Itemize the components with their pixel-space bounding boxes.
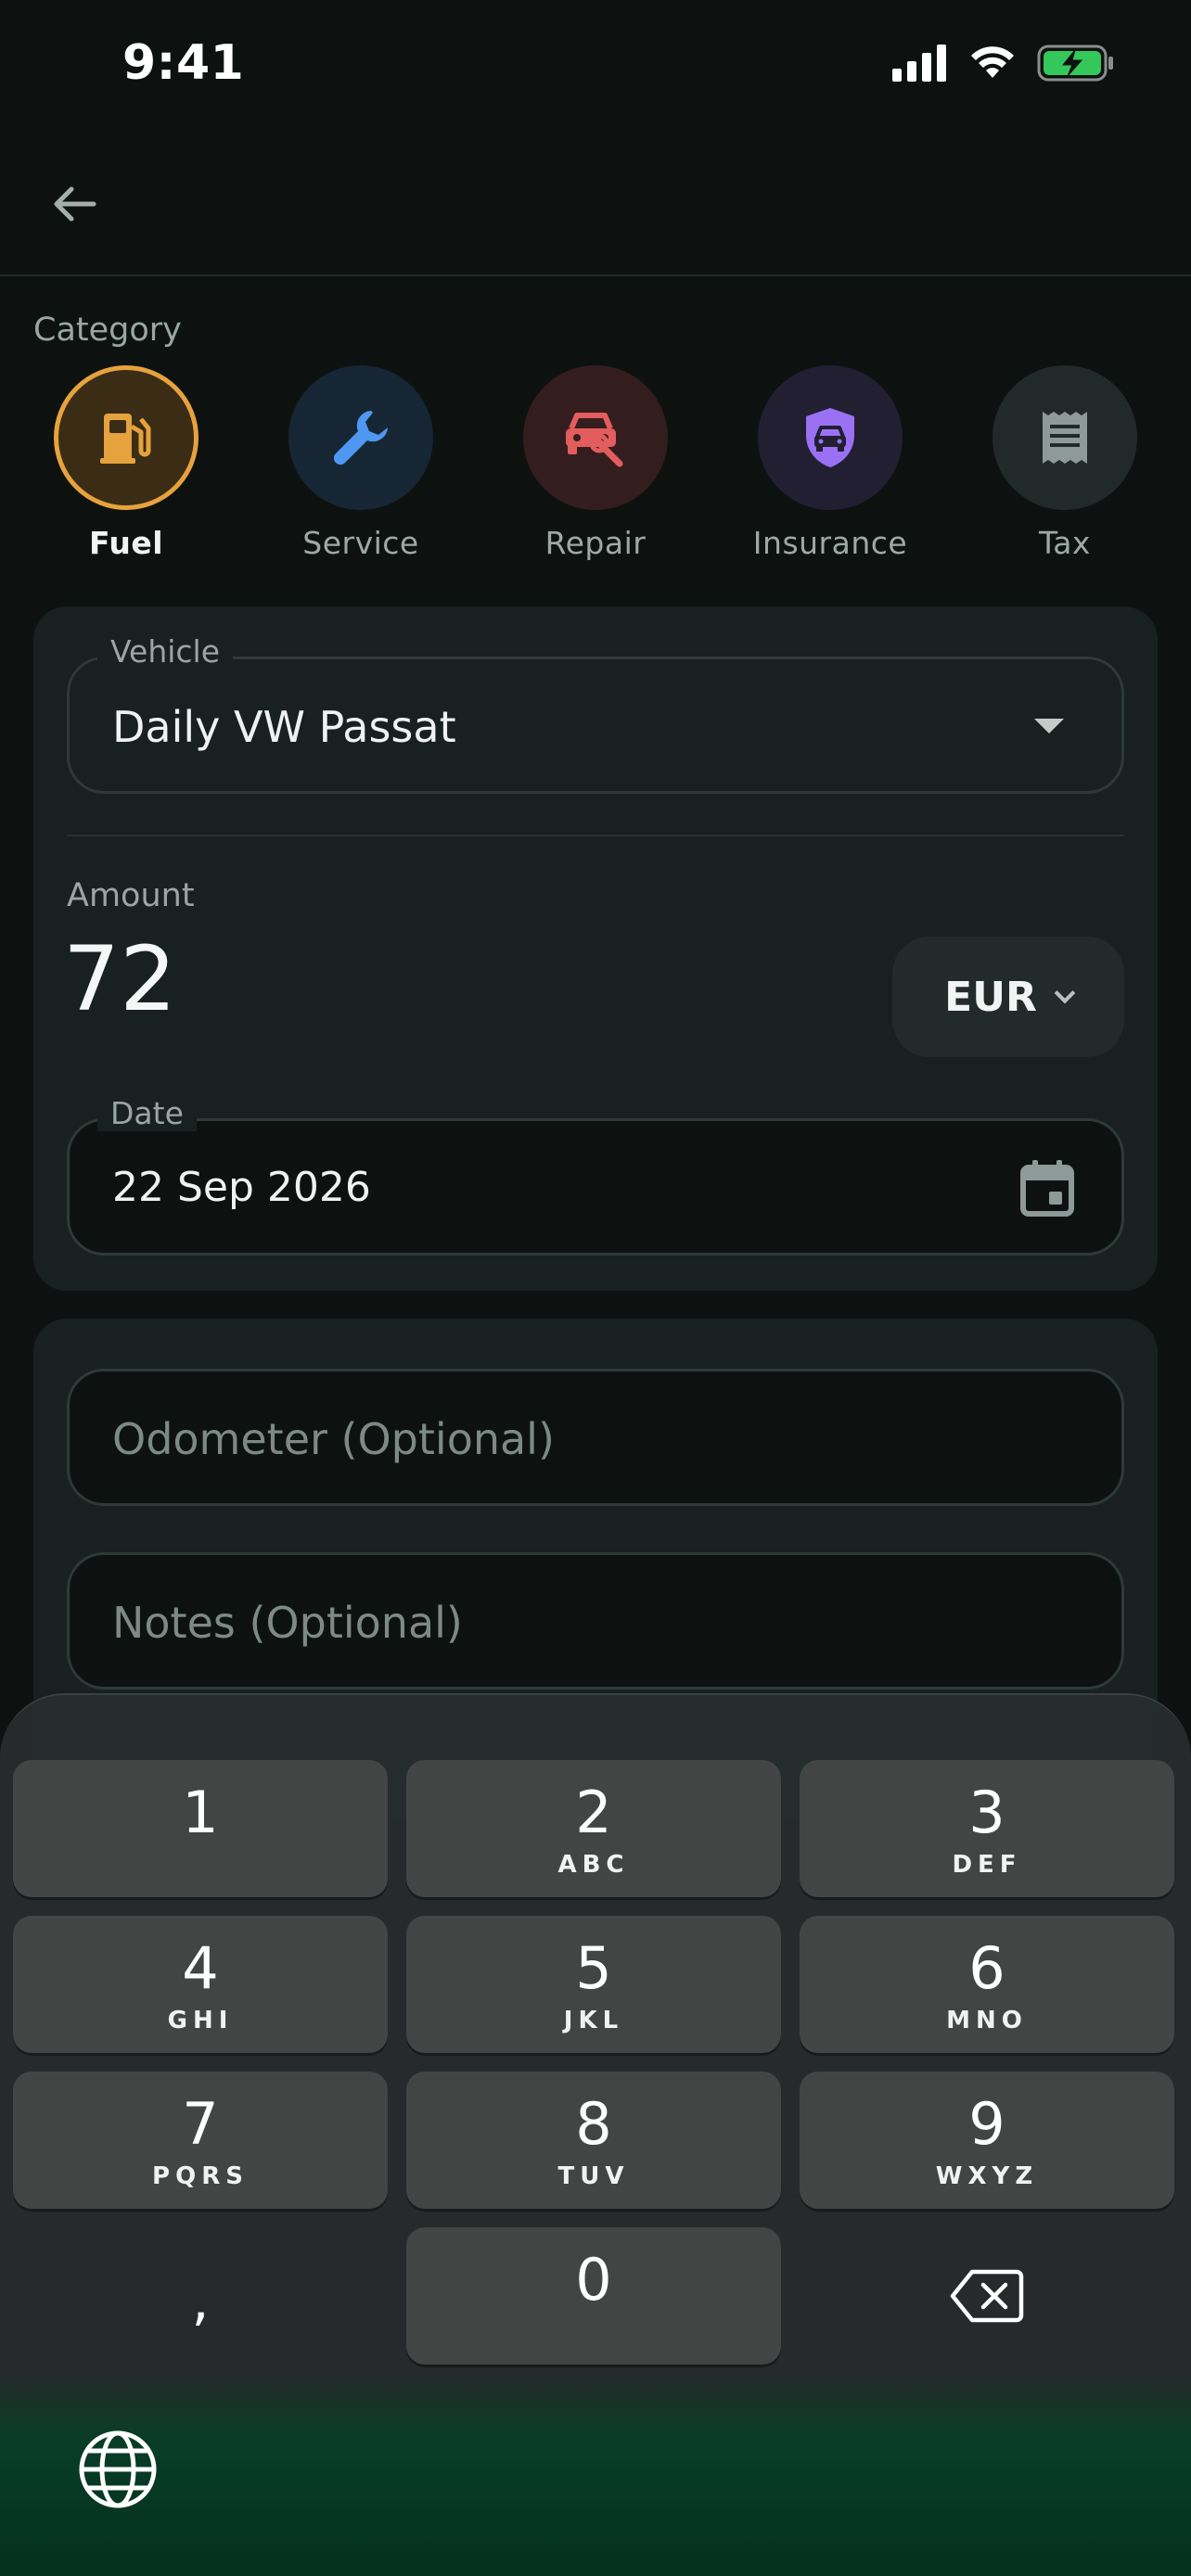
key-digit: 7: [182, 2090, 219, 2158]
key-digit: 6: [968, 1934, 1005, 2002]
amount-input[interactable]: 72: [63, 935, 176, 1024]
receipt-icon: [1043, 412, 1087, 464]
chevron-down-icon: [1054, 982, 1076, 1004]
category-repair[interactable]: Repair: [503, 365, 688, 561]
top-app-bar: [0, 139, 1191, 276]
key-digit: 0: [575, 2246, 612, 2314]
fuel-pump-icon: [100, 414, 151, 464]
category-name: Repair: [544, 525, 647, 561]
category-selector: Fuel Service Repair Insurance Tax: [33, 365, 1158, 561]
category-service-circle: [288, 365, 433, 510]
category-insurance-circle: [758, 365, 903, 510]
key-digit: 8: [575, 2090, 612, 2158]
key-digit: 9: [968, 2090, 1005, 2158]
key-1[interactable]: 1: [13, 1760, 388, 1897]
key-6[interactable]: 6 MNO: [800, 1916, 1174, 2053]
key-digit: 1: [182, 1779, 219, 1846]
key-letters: JKL: [563, 2007, 624, 2034]
key-backspace[interactable]: [800, 2227, 1174, 2365]
cellular-signal-icon: [892, 45, 946, 82]
key-9[interactable]: 9 WXYZ: [800, 2072, 1174, 2209]
backspace-icon: [950, 2269, 1024, 2323]
vehicle-label: Vehicle: [97, 633, 234, 670]
date-field[interactable]: Date 22 Sep 2026: [67, 1095, 1124, 1256]
key-digit: 5: [575, 1934, 612, 2002]
shield-car-icon: [806, 408, 854, 467]
key-digit: 2: [575, 1779, 612, 1846]
car-repair-icon: [566, 413, 623, 467]
key-letters: TUV: [557, 2162, 630, 2190]
category-label: Category: [33, 312, 182, 349]
category-name: Insurance: [752, 525, 908, 561]
vehicle-dropdown[interactable]: Vehicle Daily VW Passat: [67, 633, 1124, 794]
key-7[interactable]: 7 PQRS: [13, 2072, 388, 2209]
key-8[interactable]: 8 TUV: [406, 2072, 781, 2209]
category-fuel-circle: [54, 365, 198, 510]
notes-field[interactable]: Notes (Optional): [67, 1552, 1124, 1690]
odometer-placeholder: Odometer (Optional): [112, 1414, 555, 1464]
category-fuel[interactable]: Fuel: [33, 365, 219, 561]
category-tax[interactable]: Tax: [972, 365, 1158, 561]
arrow-back-icon: [54, 186, 96, 222]
status-bar: 9:41: [0, 0, 1191, 139]
key-comma-label: ,: [191, 2268, 210, 2333]
wifi-icon: [971, 46, 1014, 78]
status-icons: [892, 45, 1115, 82]
category-name: Service: [302, 525, 419, 561]
keyboard-backdrop: [0, 2372, 1191, 2576]
key-comma[interactable]: ,: [13, 2227, 388, 2365]
key-0[interactable]: 0: [406, 2227, 781, 2365]
currency-selector[interactable]: EUR: [892, 937, 1124, 1057]
status-time: 9:41: [122, 35, 245, 91]
expense-details-card: Vehicle Daily VW Passat Amount 72 EUR Da…: [33, 606, 1158, 1291]
numeric-keyboard: 1 2 ABC 3 DEF 4 GHI 5 JKL 6 MNO 7 PQRS 8: [0, 1693, 1191, 2576]
back-button[interactable]: [37, 167, 111, 241]
divider: [67, 835, 1124, 836]
key-letters: DEF: [952, 1851, 1022, 1879]
currency-code: EUR: [944, 973, 1037, 1021]
date-label: Date: [97, 1095, 197, 1131]
category-insurance[interactable]: Insurance: [737, 365, 923, 561]
date-value: 22 Sep 2026: [112, 1164, 371, 1211]
key-letters: PQRS: [152, 2162, 249, 2190]
category-name: Tax: [1039, 525, 1091, 561]
odometer-field[interactable]: Odometer (Optional): [67, 1369, 1124, 1506]
globe-icon[interactable]: [76, 2428, 160, 2511]
key-digit: 4: [182, 1934, 219, 2002]
key-letters: ABC: [557, 1851, 630, 1879]
key-letters: GHI: [167, 2007, 234, 2034]
key-5[interactable]: 5 JKL: [406, 1916, 781, 2053]
category-name: Fuel: [88, 525, 164, 561]
key-digit: 3: [968, 1779, 1005, 1846]
key-3[interactable]: 3 DEF: [800, 1760, 1174, 1897]
dropdown-arrow-icon: [1034, 719, 1064, 733]
key-letters: WXYZ: [935, 2162, 1039, 2190]
add-expense-screen: 9:41 Category Fuel Service Repair Insura…: [0, 0, 1191, 2576]
key-letters: MNO: [946, 2007, 1028, 2034]
category-repair-circle: [523, 365, 668, 510]
battery-charging-icon: [1037, 45, 1113, 82]
amount-label: Amount: [67, 877, 195, 914]
wrench-icon: [333, 411, 388, 465]
key-2[interactable]: 2 ABC: [406, 1760, 781, 1897]
key-4[interactable]: 4 GHI: [13, 1916, 388, 2053]
notes-placeholder: Notes (Optional): [112, 1598, 463, 1648]
category-tax-circle: [992, 365, 1137, 510]
vehicle-value: Daily VW Passat: [112, 702, 456, 752]
calendar-icon[interactable]: [1019, 1158, 1075, 1218]
category-service[interactable]: Service: [268, 365, 454, 561]
